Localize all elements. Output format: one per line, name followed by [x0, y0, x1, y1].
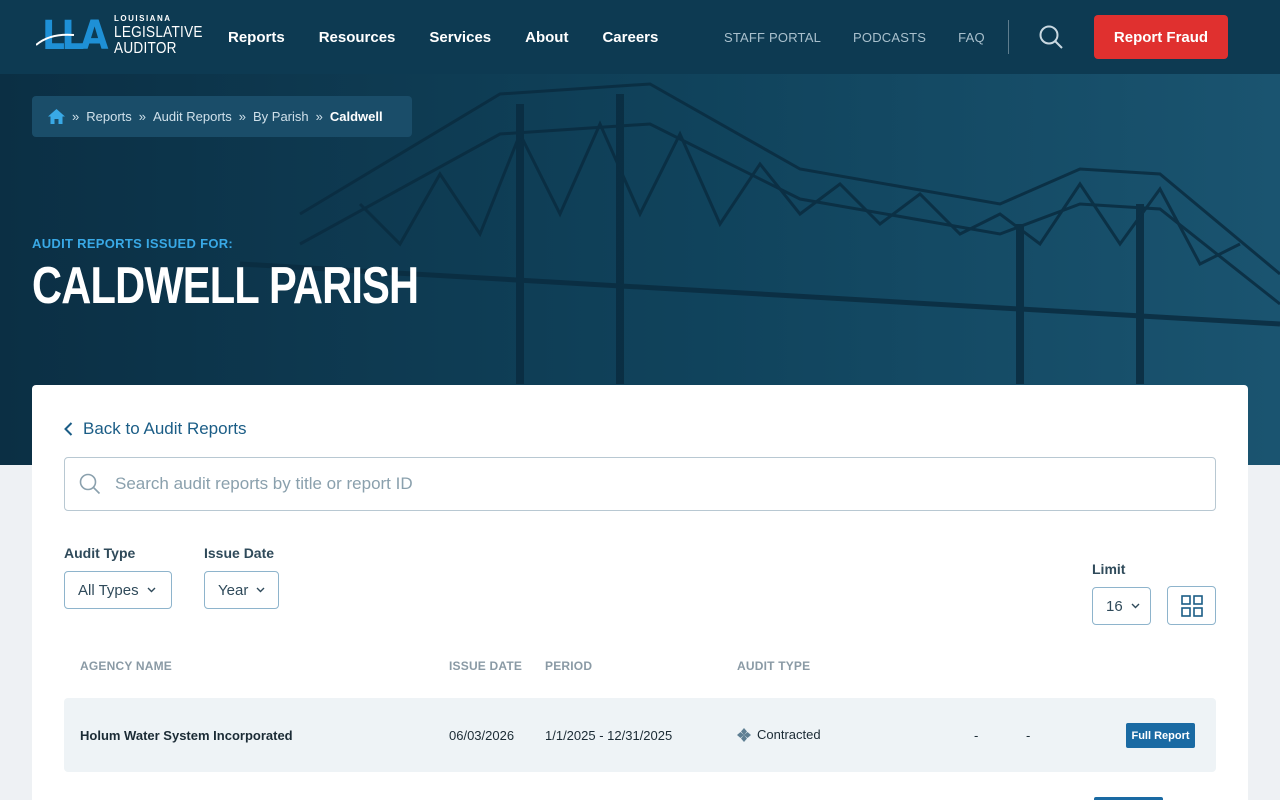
audit-type-select[interactable]: All Types: [64, 571, 172, 609]
table-row[interactable]: Holum Water System Incorporated 06/03/20…: [64, 698, 1216, 772]
lla-logo-mark: LLA: [36, 13, 110, 59]
issue-date-select[interactable]: Year: [204, 571, 279, 609]
utility-nav: STAFF PORTAL PODCASTS FAQ: [724, 0, 1017, 74]
chevron-left-icon: [64, 422, 73, 436]
nav-resources[interactable]: Resources: [319, 29, 396, 46]
report-fraud-button[interactable]: Report Fraud: [1094, 15, 1228, 59]
site-logo[interactable]: LLA LOUISIANA LEGISLATIVE AUDITOR: [36, 13, 218, 59]
audit-type-label: Audit Type: [64, 545, 136, 561]
chevron-down-icon: [147, 587, 156, 593]
header-divider: [1008, 20, 1009, 54]
audit-type-value: All Types: [78, 581, 139, 599]
row-period: 1/1/2025 - 12/31/2025: [545, 728, 673, 743]
breadcrumb-by-parish[interactable]: By Parish: [253, 109, 309, 124]
nav-services[interactable]: Services: [429, 29, 491, 46]
home-icon[interactable]: [48, 109, 65, 124]
column-header-agency[interactable]: AGENCY NAME: [80, 659, 172, 673]
breadcrumb-separator: »: [138, 109, 146, 124]
grid-view-icon: [1180, 594, 1203, 617]
limit-value: 16: [1106, 597, 1123, 615]
limit-label: Limit: [1092, 561, 1126, 577]
row-col6: -: [1026, 728, 1031, 743]
nav-careers[interactable]: Careers: [602, 29, 658, 46]
row-agency-name[interactable]: Holum Water System Incorporated: [80, 728, 293, 743]
page-title: CALDWELL PARISH: [32, 257, 419, 315]
issue-date-label: Issue Date: [204, 545, 275, 561]
row-issue-date: 06/03/2026: [449, 728, 515, 743]
main-nav: Reports Resources Services About Careers: [228, 0, 692, 74]
search-icon: [79, 473, 101, 495]
issue-date-value: Year: [218, 581, 249, 599]
column-header-issue-date[interactable]: ISSUE DATE: [449, 659, 522, 673]
breadcrumb-audit-reports[interactable]: Audit Reports: [153, 109, 232, 124]
row-audit-type-label: Contracted: [757, 727, 821, 742]
column-header-period[interactable]: PERIOD: [545, 659, 592, 673]
back-link[interactable]: Back to Audit Reports: [64, 419, 246, 439]
breadcrumb-separator: »: [238, 109, 246, 124]
full-report-button[interactable]: Full Report: [1126, 723, 1195, 748]
logo-state: LOUISIANA: [114, 14, 172, 23]
logo-text: LOUISIANA LEGISLATIVE AUDITOR: [114, 15, 218, 57]
breadcrumb-current: Caldwell: [329, 109, 383, 124]
search-icon[interactable]: [1038, 24, 1064, 50]
hero-eyebrow: AUDIT REPORTS ISSUED FOR:: [32, 236, 234, 251]
nav-faq[interactable]: FAQ: [958, 30, 985, 45]
grid-view-button[interactable]: [1167, 586, 1216, 625]
nav-podcasts[interactable]: PODCASTS: [853, 30, 926, 45]
nav-about[interactable]: About: [525, 29, 568, 46]
chevron-down-icon: [256, 587, 265, 593]
logo-line1: LEGISLATIVE: [114, 24, 203, 41]
limit-select[interactable]: 16: [1092, 587, 1151, 625]
breadcrumb: » Reports » Audit Reports » By Parish » …: [32, 96, 412, 137]
site-header: LLA LOUISIANA LEGISLATIVE AUDITOR Report…: [0, 0, 1280, 74]
breadcrumb-separator: »: [72, 109, 80, 124]
row-col5: -: [974, 728, 979, 743]
logo-swoosh-icon: [36, 33, 75, 46]
reports-card: Back to Audit Reports Audit Type All Typ…: [32, 385, 1248, 800]
breadcrumb-separator: »: [315, 109, 323, 124]
nav-reports[interactable]: Reports: [228, 29, 285, 46]
back-link-label: Back to Audit Reports: [83, 419, 247, 438]
contracted-icon: [737, 727, 751, 742]
nav-staff-portal[interactable]: STAFF PORTAL: [724, 30, 821, 45]
search-input[interactable]: [115, 474, 1115, 494]
search-field[interactable]: [64, 457, 1216, 511]
column-header-audit-type[interactable]: AUDIT TYPE: [737, 659, 810, 673]
row-audit-type: Contracted: [737, 727, 821, 742]
logo-line2: AUDITOR: [114, 40, 177, 57]
chevron-down-icon: [1131, 603, 1140, 609]
breadcrumb-reports[interactable]: Reports: [86, 109, 132, 124]
